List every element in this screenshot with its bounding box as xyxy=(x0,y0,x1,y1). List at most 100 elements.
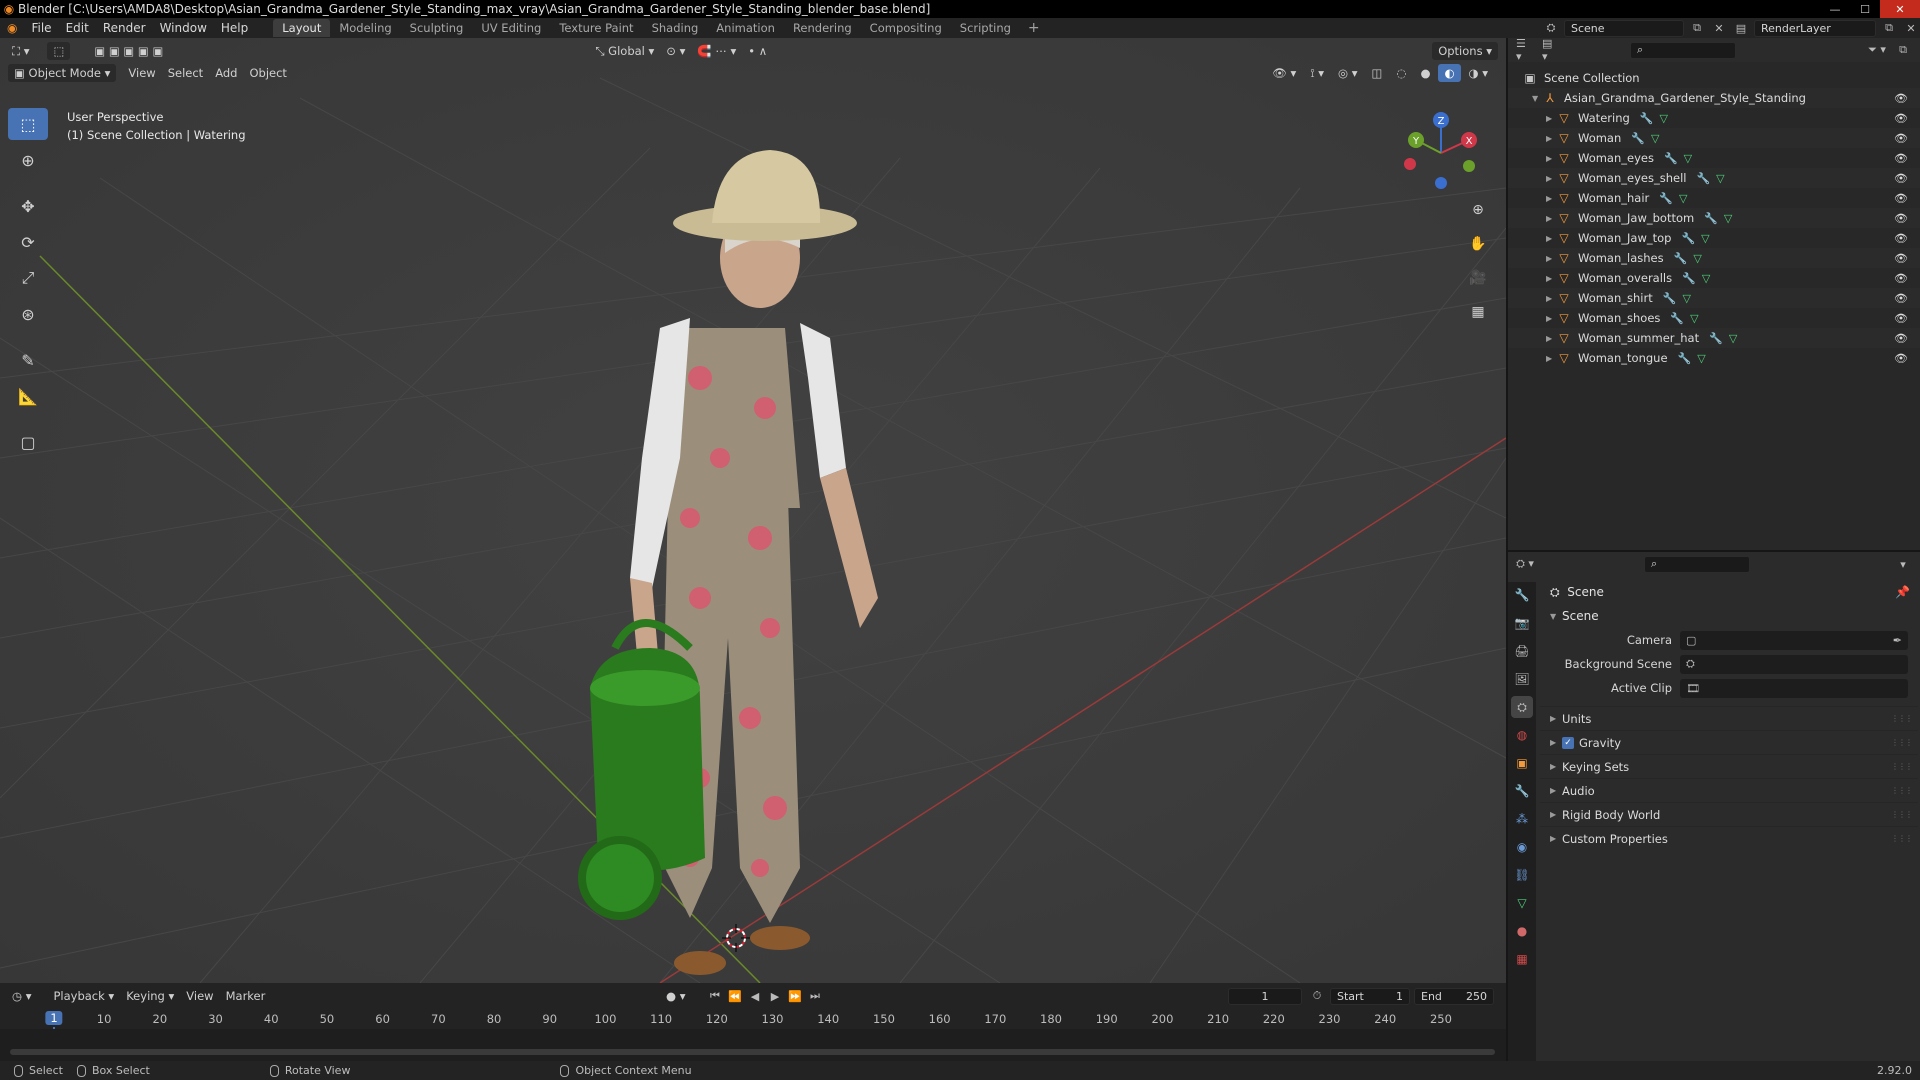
drag-handle-icon[interactable]: ⋮⋮⋮ xyxy=(1891,762,1913,771)
tab-layout[interactable]: Layout xyxy=(273,19,331,37)
keying-sets-panel[interactable]: ▶ Keying Sets ⋮⋮⋮ xyxy=(1540,754,1918,778)
visibility-eye-icon[interactable]: 👁 xyxy=(1894,212,1908,225)
drag-handle-icon[interactable]: ⋮⋮⋮ xyxy=(1891,834,1913,843)
rigid-body-world-panel[interactable]: ▶ Rigid Body World ⋮⋮⋮ xyxy=(1540,802,1918,826)
visibility-eye-icon[interactable]: 👁 xyxy=(1894,152,1908,165)
drag-handle-icon[interactable]: ⋮⋮⋮ xyxy=(1891,714,1913,723)
editor-type-icon[interactable]: ⛶ ▾ xyxy=(6,42,35,60)
filter-icon[interactable]: ⏷ ▾ xyxy=(1868,42,1886,58)
transform-tool-icon[interactable]: ⊛ xyxy=(8,298,48,330)
jump-keyframe-back-icon[interactable]: ⏪ xyxy=(726,988,744,1004)
play-icon[interactable]: ▶ xyxy=(766,988,784,1004)
pan-hand-icon[interactable]: ✋ xyxy=(1464,230,1492,258)
pin-icon[interactable]: 📌 xyxy=(1895,585,1910,599)
render-tab-icon[interactable]: 📷 xyxy=(1511,612,1533,634)
view-layer-tab-icon[interactable]: 🖼 xyxy=(1511,668,1533,690)
drag-handle-icon[interactable]: ⋮⋮⋮ xyxy=(1891,786,1913,795)
tab-rendering[interactable]: Rendering xyxy=(784,19,861,37)
gravity-panel[interactable]: ▶ ✓ Gravity ⋮⋮⋮ xyxy=(1540,730,1918,754)
mesh-data-icon[interactable]: ▽ xyxy=(1679,192,1687,205)
outliner-editor-type-icon[interactable]: ☰ ▾ xyxy=(1516,37,1534,63)
mesh-data-icon[interactable]: ▽ xyxy=(1684,152,1692,165)
modifier-wrench-icon[interactable]: 🔧 xyxy=(1664,152,1678,165)
world-tab-icon[interactable]: ◍ xyxy=(1511,724,1533,746)
select-mode-icon[interactable]: ⬚ xyxy=(47,42,71,60)
timeline-scrollbar[interactable] xyxy=(10,1049,1495,1055)
visibility-eye-icon[interactable]: 👁 xyxy=(1894,292,1908,305)
current-frame-indicator[interactable]: 1 xyxy=(45,1011,63,1025)
visibility-eye-icon[interactable]: 👁 xyxy=(1894,172,1908,185)
modifier-wrench-icon[interactable]: 🔧 xyxy=(1663,292,1677,305)
visibility-eye-icon[interactable]: 👁 xyxy=(1894,352,1908,365)
tab-compositing[interactable]: Compositing xyxy=(861,19,951,37)
outliner-search-input[interactable]: ⌕ xyxy=(1630,41,1736,59)
chevron-down-icon[interactable]: ▾ xyxy=(1894,556,1912,572)
delete-scene-icon[interactable]: ✕ xyxy=(1710,20,1728,36)
maximize-icon[interactable]: ☐ xyxy=(1850,0,1880,18)
jump-end-icon[interactable]: ⏭ xyxy=(806,988,824,1004)
modifier-wrench-icon[interactable]: 🔧 xyxy=(1681,232,1695,245)
visibility-eye-icon[interactable]: 👁 xyxy=(1894,112,1908,125)
expand-arrow-icon[interactable]: ▶ xyxy=(1546,154,1556,163)
visibility-eye-icon[interactable]: 👁 xyxy=(1894,132,1908,145)
outliner-row-object[interactable]: ▶ ▽ Watering 🔧 ▽ 👁 xyxy=(1508,108,1920,128)
constraints-tab-icon[interactable]: ⛓ xyxy=(1511,864,1533,886)
modifier-wrench-icon[interactable]: 🔧 xyxy=(1682,272,1696,285)
solid-shading-icon[interactable]: ● xyxy=(1414,64,1436,82)
expand-arrow-icon[interactable]: ▶ xyxy=(1546,214,1556,223)
drag-handle-icon[interactable]: ⋮⋮⋮ xyxy=(1891,810,1913,819)
visibility-eye-icon[interactable]: 👁 xyxy=(1894,332,1908,345)
new-scene-icon[interactable]: ⧉ xyxy=(1688,20,1706,36)
mesh-data-icon[interactable]: ▽ xyxy=(1701,232,1709,245)
scene-panel-header[interactable]: ▼ Scene xyxy=(1540,604,1918,628)
tab-modeling[interactable]: Modeling xyxy=(330,19,400,37)
menu-window[interactable]: Window xyxy=(153,18,214,38)
tool-tab-icon[interactable]: 🔧 xyxy=(1511,584,1533,606)
active-clip-field[interactable]: 🎞 xyxy=(1680,678,1908,698)
timeline-track-area[interactable] xyxy=(0,1029,1506,1061)
drag-handle-icon[interactable]: ⋮⋮⋮ xyxy=(1891,738,1913,747)
expand-arrow-icon[interactable]: ▶ xyxy=(1546,134,1556,143)
tab-shading[interactable]: Shading xyxy=(643,19,708,37)
menu-object[interactable]: Object xyxy=(243,64,292,82)
custom-properties-panel[interactable]: ▶ Custom Properties ⋮⋮⋮ xyxy=(1540,826,1918,850)
outliner-row-object[interactable]: ▶ ▽ Woman 🔧 ▽ 👁 xyxy=(1508,128,1920,148)
modifier-wrench-icon[interactable]: 🔧 xyxy=(1674,252,1688,265)
menu-file[interactable]: File xyxy=(24,18,58,38)
expand-arrow-icon[interactable]: ▶ xyxy=(1546,254,1556,263)
scene-selector[interactable]: Scene xyxy=(1564,19,1684,37)
proportional-editing-icon[interactable]: • ∧ xyxy=(742,42,773,60)
outliner-row-object[interactable]: ▶ ▽ Woman_summer_hat 🔧 ▽ 👁 xyxy=(1508,328,1920,348)
timeline-ruler[interactable]: 1 10 20 30 40 50 60 70 80 90 100 110 120 130 140 150 16… xyxy=(0,1009,1506,1059)
outliner-editor[interactable]: ☰ ▾ ▤ ▾ ⌕ ⏷ ▾ ⧉ ▣ Scene Collection ▼ ⅄ A… xyxy=(1508,37,1920,550)
tab-scripting[interactable]: Scripting xyxy=(951,19,1020,37)
ortho-grid-icon[interactable]: ▦ xyxy=(1464,298,1492,326)
modifier-wrench-icon[interactable]: 🔧 xyxy=(1670,312,1684,325)
visibility-eye-icon[interactable]: 👁 xyxy=(1894,252,1908,265)
close-icon[interactable]: ✕ xyxy=(1880,0,1920,18)
new-collection-icon[interactable]: ⧉ xyxy=(1894,42,1912,58)
outliner-row-object[interactable]: ▶ ▽ Woman_shoes 🔧 ▽ 👁 xyxy=(1508,308,1920,328)
tab-sculpting[interactable]: Sculpting xyxy=(401,19,473,37)
tab-uv-editing[interactable]: UV Editing xyxy=(472,19,550,37)
add-cube-tool-icon[interactable]: ▢ xyxy=(8,426,48,458)
camera-field[interactable]: ▢ ✒ xyxy=(1680,630,1908,650)
visibility-eye-icon[interactable]: 👁 xyxy=(1894,192,1908,205)
outliner-row-object[interactable]: ▶ ▽ Woman_eyes_shell 🔧 ▽ 👁 xyxy=(1508,168,1920,188)
object-tab-icon[interactable]: ▣ xyxy=(1511,752,1533,774)
visibility-eye-icon[interactable]: 👁 xyxy=(1894,92,1908,105)
data-tab-icon[interactable]: ▽ xyxy=(1511,892,1533,914)
scene-tab-icon[interactable]: ⛭ xyxy=(1511,696,1533,718)
visibility-eye-icon[interactable]: 👁 xyxy=(1894,312,1908,325)
outliner-row-object[interactable]: ▶ ▽ Woman_lashes 🔧 ▽ 👁 xyxy=(1508,248,1920,268)
modifier-wrench-icon[interactable]: 🔧 xyxy=(1709,332,1723,345)
overlay-toggle-icon[interactable]: ◎ ▾ xyxy=(1332,64,1363,82)
expand-arrow-icon[interactable]: ▶ xyxy=(1546,334,1556,343)
tab-texture-paint[interactable]: Texture Paint xyxy=(550,19,642,37)
expand-arrow-icon[interactable]: ▶ xyxy=(1546,314,1556,323)
eyedropper-icon[interactable]: ✒ xyxy=(1893,634,1902,647)
mesh-data-icon[interactable]: ▽ xyxy=(1716,172,1724,185)
menu-select[interactable]: Select xyxy=(162,64,209,82)
minimize-icon[interactable]: — xyxy=(1820,0,1850,18)
jump-keyframe-forward-icon[interactable]: ⏩ xyxy=(786,988,804,1004)
